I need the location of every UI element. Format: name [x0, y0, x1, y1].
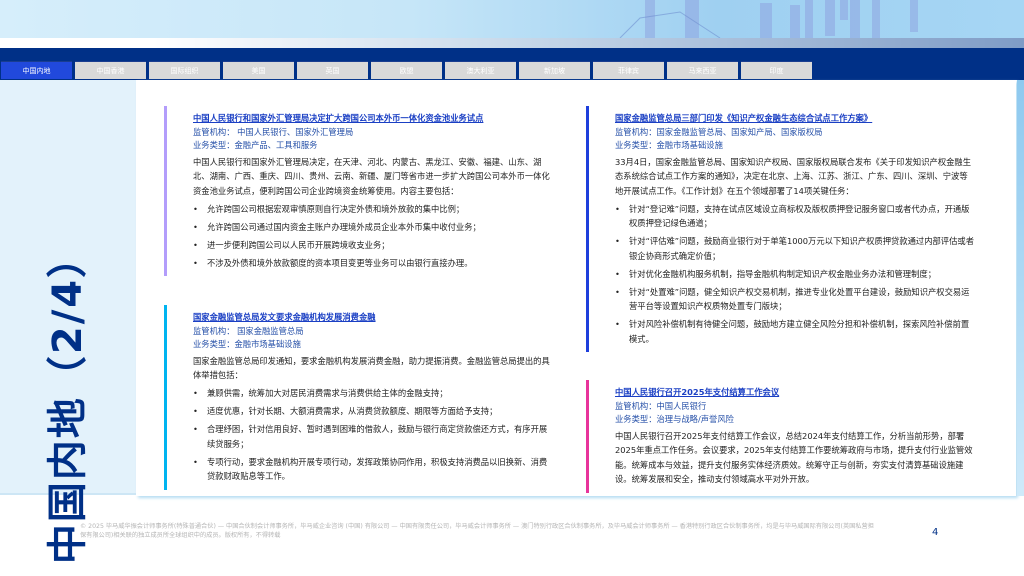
business-type-label: 业务类型：金融产品、工具和服务 [193, 140, 318, 150]
regulator-label: 监管机构：中国人民银行 [615, 400, 707, 411]
accent-bar [586, 106, 589, 352]
accent-bar [586, 380, 589, 493]
bullet-item: 针对“登记难”问题，支持在试点区域设立商标权及版权质押登记服务窗口或者代办点，开… [615, 202, 975, 231]
bullet-item: 专项行动，要求金融机构开展专项行动，发挥政策协同作用，积极支持消费品以旧换新、消… [193, 455, 553, 484]
bullet-list: 允许跨国公司根据宏观审慎原则自行决定外债和境外放款的集中比例； 允许跨国公司通过国… [193, 202, 553, 271]
regulator-label: 监管机构： 国家金融监管总局 [193, 325, 304, 336]
news-title-link[interactable]: 国家金融监管总局发文要求金融机构发展消费金融 [193, 311, 553, 325]
tab-3[interactable]: 美国 [223, 61, 294, 79]
news-title-link[interactable]: 中国人民银行和国家外汇管理局决定扩大跨国公司本外币一体化资金池业务试点 [193, 112, 553, 126]
news-body: 33月4日，国家金融监管总局、国家知识产权局、国家版权局联合发布《关于印发知识产… [615, 156, 972, 196]
bullet-item: 进一步便利跨国公司以人民币开展跨境收支业务； [193, 238, 553, 253]
bullet-item: 针对“处置难”问题，健全知识产权交易机制，推进专业化处置平台建设，鼓励知识产权交… [615, 285, 975, 314]
tab-6[interactable]: 澳大利亚 [445, 61, 516, 79]
accent-bar [164, 106, 167, 276]
business-type-label: 业务类型：金融市场基础设施 [615, 140, 723, 150]
right-edge-decoration [1017, 80, 1024, 496]
copyright-footer: © 2025 毕马威华振会计师事务所(特殊普通合伙) — 中国合伙制会计师事务所… [80, 523, 874, 539]
news-title-link[interactable]: 中国人民银行召开2025年支付结算工作会议 [615, 386, 975, 400]
chart-graphic-decoration [619, 0, 918, 38]
header-gradient-strip [0, 38, 1024, 48]
bullet-list: 兼顾供需，统筹加大对居民消费需求与消费供给主体的金融支持； 适度优惠，针对长期、大… [193, 386, 553, 484]
bullet-item: 不涉及外债和境外放款额度的资本项目变更等业务可以由银行直接办理。 [193, 256, 553, 271]
business-type-label: 业务类型：金融市场基础设施 [193, 339, 301, 349]
bullet-item: 针对“评估难”问题，鼓励商业银行对于单笔1000万元以下知识产权质押贷款通过内部… [615, 234, 975, 263]
bullet-item: 兼顾供需，统筹加大对居民消费需求与消费供给主体的金融支持； [193, 386, 553, 401]
header-banner [0, 0, 1024, 38]
news-body: 中国人民银行和国家外汇管理局决定，在天津、河北、内蒙古、黑龙江、安徽、福建、山东… [193, 156, 550, 196]
news-item: 国家金融监管总局三部门印发《知识产权金融生态综合试点工作方案》 监管机构：国家金… [586, 106, 975, 352]
bullet-item: 允许跨国公司通过国内资金主账户办理境外成员企业本外币集中收付业务； [193, 220, 553, 235]
news-item: 国家金融监管总局发文要求金融机构发展消费金融 监管机构： 国家金融监管总局 业务… [164, 305, 553, 490]
tab-0[interactable]: 中国内地 [1, 61, 72, 79]
tab-10[interactable]: 印度 [741, 61, 812, 79]
news-title-link[interactable]: 国家金融监管总局三部门印发《知识产权金融生态综合试点工作方案》 [615, 112, 975, 126]
bullet-item: 针对优化金融机构服务机制，指导金融机构制定知识产权金融业务办法和管理制度； [615, 267, 975, 282]
bullet-item: 允许跨国公司根据宏观审慎原则自行决定外债和境外放款的集中比例； [193, 202, 553, 217]
news-body: 国家金融监管总局印发通知，要求金融机构发展消费金融，助力提振消费。金融监管总局提… [193, 355, 550, 381]
side-panel: 中国内地（2/4） [0, 80, 136, 564]
region-tabs: 中国内地 中国香港 国际组织 美国 英国 欧盟 澳大利亚 新加坡 菲律宾 马来西亚 印度 [1, 61, 812, 79]
tab-7[interactable]: 新加坡 [519, 61, 590, 79]
bullet-item: 适度优惠，针对长期、大额消费需求，从消费贷款额度、期限等方面给予支持； [193, 404, 553, 419]
tab-4[interactable]: 英国 [297, 61, 368, 79]
regulator-label: 监管机构： 中国人民银行、国家外汇管理局 [193, 126, 354, 137]
bullet-list: 针对“登记难”问题，支持在试点区域设立商标权及版权质押登记服务窗口或者代办点，开… [615, 202, 975, 347]
page-title: 中国内地（2/4） [45, 235, 91, 565]
news-body: 中国人民银行召开2025年支付结算工作会议，总结2024年支付结算工作，分析当前… [615, 430, 973, 485]
bullet-item: 合理纾困，针对信用良好、暂时遇到困难的借款人，鼓励与银行商定贷款偿还方式，有序开… [193, 422, 553, 451]
news-item: 中国人民银行召开2025年支付结算工作会议 监管机构：中国人民银行 业务类型：治… [586, 380, 975, 493]
tab-9[interactable]: 马来西亚 [667, 61, 738, 79]
news-item: 中国人民银行和国家外汇管理局决定扩大跨国公司本外币一体化资金池业务试点 监管机构… [164, 106, 553, 276]
regulator-label: 监管机构：国家金融监管总局、国家知产局、国家版权局 [615, 126, 823, 137]
tab-8[interactable]: 菲律宾 [593, 61, 664, 79]
page-number: 4 [932, 527, 939, 538]
accent-bar [164, 305, 167, 490]
bullet-item: 针对风险补偿机制有待健全问题，鼓励地方建立健全风险分担和补偿机制，探索风险补偿前… [615, 317, 975, 346]
tab-5[interactable]: 欧盟 [371, 61, 442, 79]
tab-1[interactable]: 中国香港 [75, 61, 146, 79]
business-type-label: 业务类型：治理与战略/声誉风险 [615, 414, 734, 424]
tab-2[interactable]: 国际组织 [149, 61, 220, 79]
